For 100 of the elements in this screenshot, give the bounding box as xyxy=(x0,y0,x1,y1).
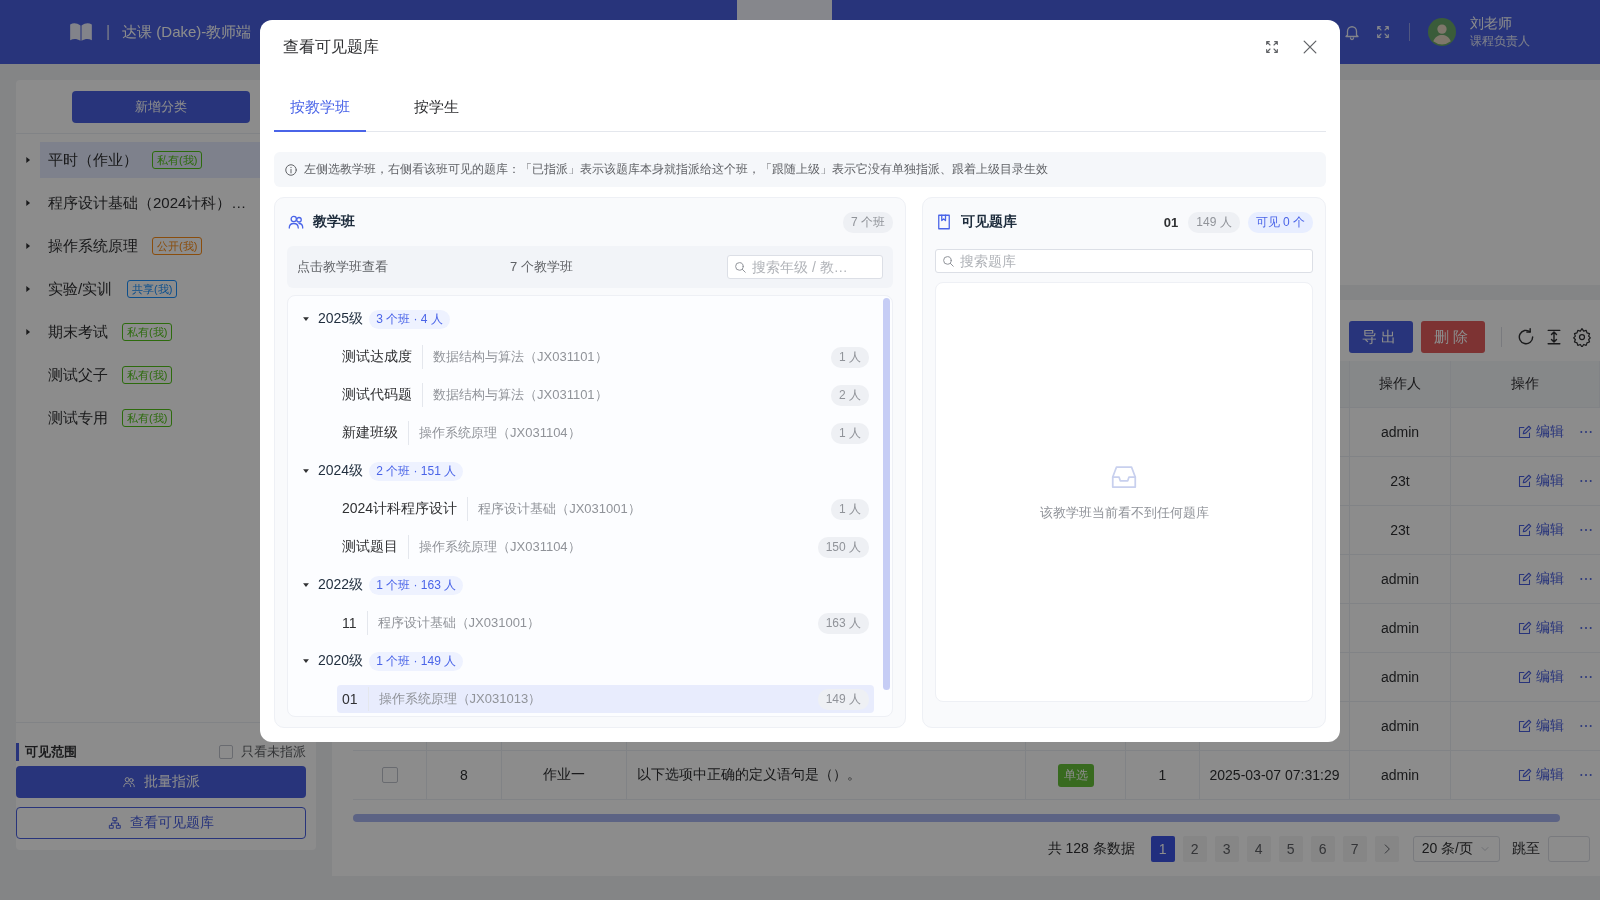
page-button[interactable]: 1 xyxy=(1150,836,1175,862)
page-button[interactable]: 7 xyxy=(1342,836,1367,862)
table-cell: admin xyxy=(1380,424,1420,440)
tag: 私有(我) xyxy=(122,409,173,427)
class-item[interactable]: 新建班级 操作系统原理（JX031104） 1 人 xyxy=(337,419,874,447)
tag: 单选 xyxy=(1057,763,1094,787)
category-label: 期末考试 xyxy=(48,322,108,342)
course-name: 数据结构与算法（JX031101） xyxy=(433,386,608,404)
class-name: 01 xyxy=(342,691,358,707)
scrollbar[interactable] xyxy=(883,298,890,690)
edit-icon xyxy=(1517,669,1532,685)
refresh-icon[interactable] xyxy=(1516,327,1536,347)
assign-button[interactable]: 批量指派 xyxy=(16,766,306,798)
table-cell: 作业一 xyxy=(543,766,585,784)
checkbox[interactable] xyxy=(381,767,398,783)
grade-badge: 1 个班 · 163 人 xyxy=(369,575,464,595)
class-name: 测试题目 xyxy=(342,538,398,556)
edit-icon xyxy=(1517,571,1532,587)
class-item[interactable]: 测试题目 操作系统原理（JX031104） 150 人 xyxy=(337,533,874,561)
page-button[interactable]: 4 xyxy=(1246,836,1271,862)
search-field[interactable]: 搜索年级 / 教… xyxy=(727,255,883,279)
expand-icon[interactable] xyxy=(1264,39,1280,55)
separator: | xyxy=(106,23,111,41)
column-header: 操作 xyxy=(1511,375,1539,393)
edit-icon xyxy=(1517,767,1532,783)
page-button[interactable]: 3 xyxy=(1214,836,1239,862)
page-button[interactable]: 2 xyxy=(1182,836,1207,862)
column-header: 操作人 xyxy=(1379,375,1421,393)
table-cell: admin xyxy=(1380,669,1420,685)
edit-icon xyxy=(1517,718,1532,734)
table-cell: admin xyxy=(1380,571,1420,587)
edit-icon xyxy=(1517,424,1532,440)
category-label: 实验/实训 xyxy=(48,279,113,299)
edit-icon xyxy=(1517,522,1532,538)
edit-icon xyxy=(1517,473,1532,489)
grade-badge: 3 个班 · 4 人 xyxy=(369,309,450,329)
class-item[interactable]: 11 程序设计基础（JX031001） 163 人 xyxy=(337,609,874,637)
horizontal-scrollbar[interactable] xyxy=(353,814,1560,822)
page-button[interactable]: 5 xyxy=(1278,836,1303,862)
add-category-button[interactable]: 新增分类 xyxy=(72,90,250,123)
edit-link[interactable]: 编辑 xyxy=(1517,570,1564,588)
tab[interactable]: 按教学班 xyxy=(274,85,366,132)
course-name: 操作系统原理（JX031013） xyxy=(378,690,542,708)
page-button[interactable]: 6 xyxy=(1310,836,1335,862)
class-item[interactable]: 测试达成度 数据结构与算法（JX031101） 1 人 xyxy=(337,343,874,371)
avatar[interactable] xyxy=(1428,18,1456,46)
table-cell: admin xyxy=(1380,767,1420,783)
class-item[interactable]: 2024计科程序设计 程序设计基础（JX031001） 1 人 xyxy=(337,495,874,523)
class-count: 7 个教学班 xyxy=(510,258,573,276)
app-title: 达课 (Dake)-教师端 xyxy=(122,22,252,42)
count-badge: 1 人 xyxy=(831,346,869,368)
empty-text: 该教学班当前看不到任何题库 xyxy=(1039,504,1209,522)
category-label: 平时（作业） xyxy=(48,150,138,170)
edit-link[interactable]: 编辑 xyxy=(1517,717,1564,735)
users-icon xyxy=(122,775,136,789)
count-badge: 1 人 xyxy=(831,422,869,444)
table-cell: 23t xyxy=(1390,522,1410,538)
tag: 私有(我) xyxy=(122,366,173,384)
edit-link[interactable]: 编辑 xyxy=(1517,521,1564,539)
class-name: 新建班级 xyxy=(342,424,398,442)
course-name: 操作系统原理（JX031104） xyxy=(419,538,581,556)
category-label: 程序设计基础（2024计科）… xyxy=(48,193,247,213)
course-name: 数据结构与算法（JX031101） xyxy=(433,348,608,366)
class-item[interactable]: 01 操作系统原理（JX031013） 149 人 xyxy=(337,685,874,713)
count-badge: 1 人 xyxy=(831,498,869,520)
page-size-select[interactable]: 20 条/页 xyxy=(1412,836,1500,862)
tab[interactable]: 按学生 xyxy=(398,85,475,132)
tag: 私有(我) xyxy=(122,323,173,341)
settings-icon[interactable] xyxy=(1572,327,1592,347)
fullscreen-icon[interactable] xyxy=(1375,24,1391,40)
course-name: 程序设计基础（JX031001） xyxy=(478,500,641,518)
category-label: 测试父子 xyxy=(48,365,108,385)
edit-link[interactable]: 编辑 xyxy=(1517,668,1564,686)
grade-badge: 1 个班 · 149 人 xyxy=(369,651,464,671)
table-cell: 2025-03-07 07:31:29 xyxy=(1209,767,1340,783)
tag: 私有(我) xyxy=(152,151,203,169)
class-item[interactable]: 测试代码题 数据结构与算法（JX031101） 2 人 xyxy=(337,381,874,409)
bell-icon[interactable] xyxy=(1343,23,1361,41)
view-button[interactable]: 查看可见题库 xyxy=(16,807,306,839)
tag: 公开(我) xyxy=(152,237,203,255)
total-count: 共 128 条数据 xyxy=(1047,840,1135,858)
course-name: 程序设计基础（JX031001） xyxy=(377,614,541,632)
user-role: 课程负责人 xyxy=(1470,32,1530,50)
edit-link[interactable]: 编辑 xyxy=(1517,472,1564,490)
next-page-button[interactable] xyxy=(1374,836,1399,862)
delete-button[interactable]: 删除 xyxy=(1421,321,1485,353)
edit-link[interactable]: 编辑 xyxy=(1517,423,1564,441)
export-button[interactable]: 导出 xyxy=(1349,321,1413,353)
search-field[interactable]: 搜索题库 xyxy=(935,249,1313,273)
panel-title: 可见题库 xyxy=(961,213,1017,231)
user-name: 刘老师 xyxy=(1470,14,1513,33)
edit-link[interactable]: 编辑 xyxy=(1517,619,1564,637)
count-badge: 2 人 xyxy=(831,384,869,406)
edit-link[interactable]: 编辑 xyxy=(1517,766,1564,784)
grade-badge: 2 个班 · 151 人 xyxy=(369,461,464,481)
count-badge: 149 人 xyxy=(817,688,869,710)
grade-name: 2024级 xyxy=(318,462,364,480)
checkbox[interactable] xyxy=(219,744,233,759)
class-name: 2024计科程序设计 xyxy=(342,500,458,518)
tag: 共享(我) xyxy=(127,280,178,298)
